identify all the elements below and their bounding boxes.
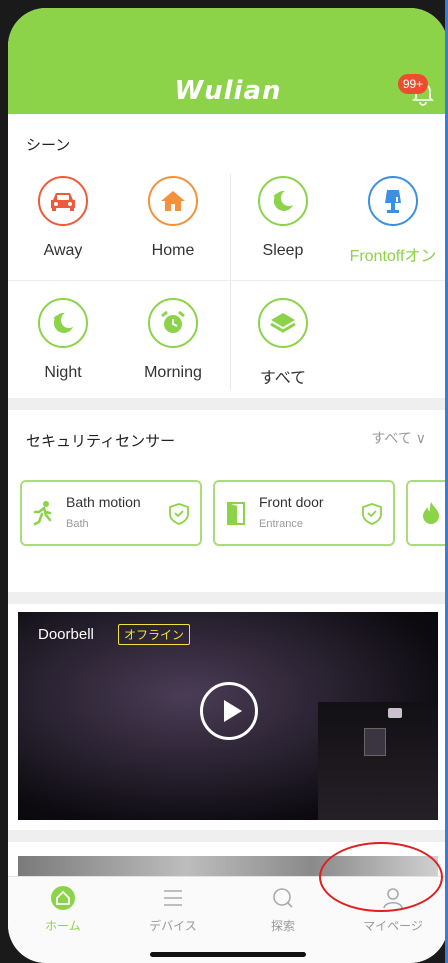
phone-frame: Wulian 99+ シーン Away Home Sleep Frontoffオ… bbox=[0, 0, 448, 963]
scene-all-circle bbox=[258, 298, 308, 348]
scenes-card: シーン Away Home Sleep Frontoffオン Night Mor… bbox=[8, 114, 448, 398]
tab-devices[interactable]: デバイス bbox=[118, 885, 228, 934]
app-header: Wulian 99+ bbox=[8, 8, 448, 114]
lamp-icon bbox=[385, 190, 401, 213]
tab-explore[interactable]: 探索 bbox=[228, 885, 338, 934]
moon-icon bbox=[273, 190, 293, 211]
fire-icon bbox=[423, 502, 439, 524]
scene-away-circle bbox=[38, 176, 88, 226]
scene-sleep[interactable]: Sleep bbox=[228, 162, 338, 262]
scenes-title: シーン bbox=[26, 137, 71, 154]
camera-card: Doorbell オフライン bbox=[8, 604, 448, 830]
tab-label: マイページ bbox=[363, 919, 423, 933]
scene-frontoff[interactable]: Frontoffオン bbox=[338, 162, 448, 265]
moon-icon bbox=[53, 312, 73, 333]
sensor-tile[interactable] bbox=[406, 480, 448, 546]
brand-logo: Wulian bbox=[174, 76, 282, 106]
preview-light bbox=[388, 708, 402, 718]
sensor-name: Bath motion bbox=[66, 494, 141, 510]
annotation-circle bbox=[319, 842, 443, 912]
sensor-name: Front door bbox=[259, 494, 324, 510]
scene-home-circle bbox=[148, 176, 198, 226]
shield-check-icon bbox=[169, 503, 189, 525]
scene-morning[interactable]: Morning bbox=[118, 284, 228, 384]
camera-preview[interactable]: Doorbell オフライン bbox=[18, 612, 438, 820]
layers-icon bbox=[270, 313, 296, 333]
scene-night[interactable]: Night bbox=[8, 284, 118, 384]
tab-label: デバイス bbox=[149, 919, 197, 933]
notification-badge: 99+ bbox=[398, 74, 428, 94]
scene-frontoff-circle bbox=[368, 176, 418, 226]
scene-label: Frontoffオン bbox=[349, 248, 437, 265]
app-screen: Wulian 99+ シーン Away Home Sleep Frontoffオ… bbox=[8, 8, 448, 963]
tab-home[interactable]: ホーム bbox=[8, 885, 118, 934]
house-icon bbox=[161, 191, 185, 211]
motion-person-icon bbox=[33, 501, 52, 526]
shield-check-icon bbox=[362, 503, 382, 525]
tab-label: ホーム bbox=[45, 919, 81, 933]
scene-night-circle bbox=[38, 298, 88, 348]
camera-name: Doorbell bbox=[38, 626, 94, 643]
scene-divider bbox=[8, 280, 448, 281]
alarm-clock-icon bbox=[161, 310, 185, 333]
preview-wall bbox=[318, 702, 438, 820]
scene-label: Sleep bbox=[262, 242, 304, 259]
scene-away[interactable]: Away bbox=[8, 162, 118, 262]
scene-label: すべて bbox=[259, 370, 307, 387]
sensor-tile[interactable]: Bath motion Bath bbox=[20, 480, 202, 546]
scene-home[interactable]: Home bbox=[118, 162, 228, 262]
search-icon bbox=[273, 888, 293, 908]
scene-label: Away bbox=[43, 242, 83, 259]
offline-badge: オフライン bbox=[118, 624, 191, 645]
scene-label: Morning bbox=[144, 364, 202, 381]
car-icon bbox=[51, 193, 75, 211]
play-button[interactable] bbox=[200, 682, 258, 740]
scene-morning-circle bbox=[148, 298, 198, 348]
sensor-tile[interactable]: Front door Entrance bbox=[213, 480, 395, 546]
home-icon bbox=[51, 886, 75, 910]
tab-label: 探索 bbox=[270, 919, 295, 933]
sensor-room: Bath bbox=[66, 518, 89, 530]
preview-fixture bbox=[364, 728, 386, 756]
security-title: セキュリティセンサー bbox=[26, 433, 176, 450]
home-indicator[interactable] bbox=[150, 952, 306, 957]
sensor-room: Entrance bbox=[259, 518, 304, 530]
scene-all[interactable]: すべて bbox=[228, 284, 338, 387]
scene-label: Night bbox=[44, 364, 82, 381]
security-card: セキュリティセンサー すべて ∨ Bath motion Bath Front … bbox=[8, 410, 448, 592]
see-all-link[interactable]: すべて ∨ bbox=[371, 428, 426, 448]
list-icon bbox=[164, 890, 182, 906]
scene-label: Home bbox=[151, 242, 195, 259]
door-icon bbox=[227, 502, 245, 525]
scene-sleep-circle bbox=[258, 176, 308, 226]
